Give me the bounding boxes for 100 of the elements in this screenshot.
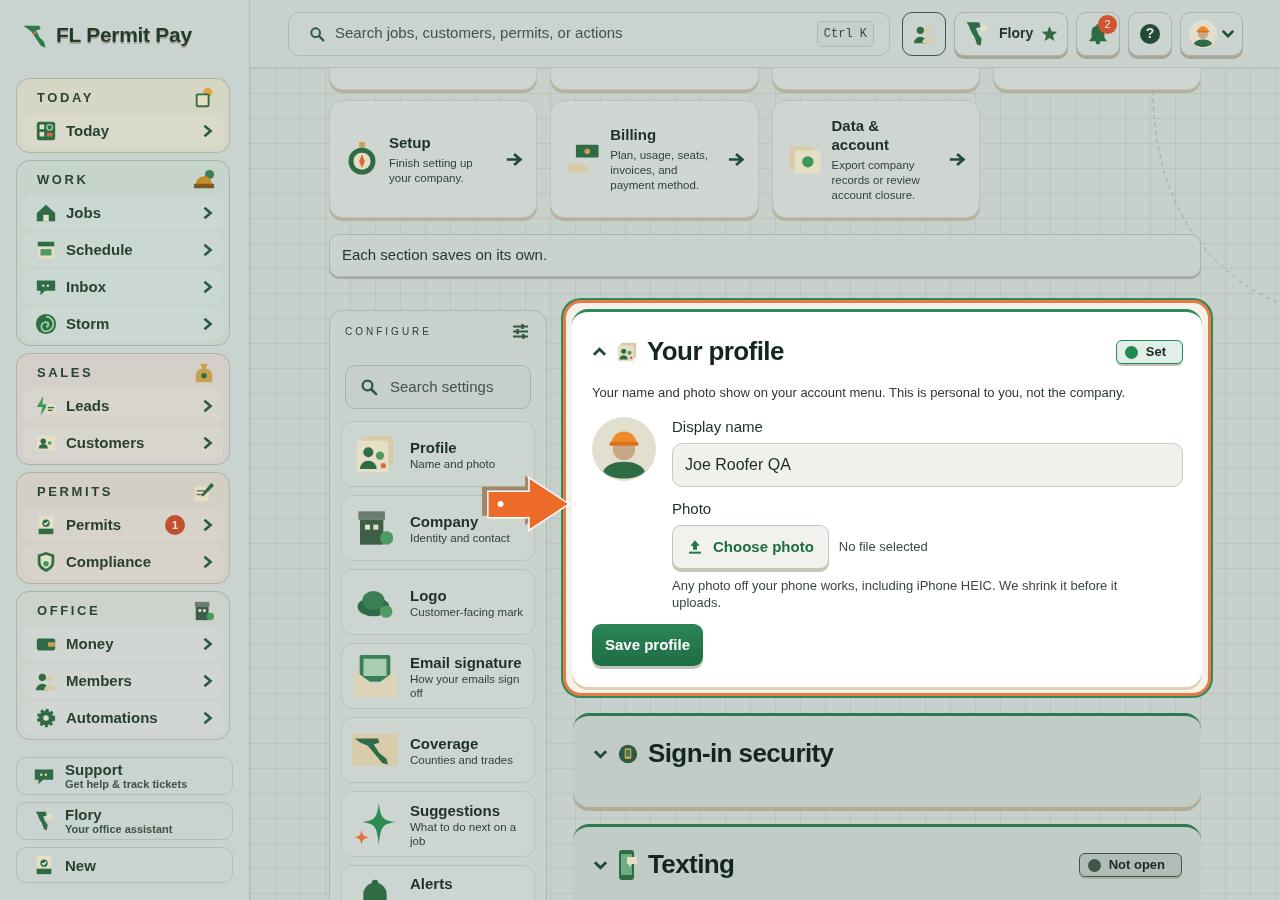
- nav-item[interactable]: Permits 1: [23, 508, 223, 542]
- chevron-right-icon: [202, 436, 213, 450]
- swirl-icon: [35, 313, 57, 335]
- choose-photo-button[interactable]: Choose photo: [672, 525, 829, 569]
- field-label: Display name: [672, 417, 764, 437]
- sidebar-link[interactable]: New: [16, 847, 233, 883]
- settings-nav-item[interactable]: Profile Name and photo: [341, 421, 535, 487]
- hard-hat-icon: [193, 169, 215, 191]
- file-status-text: No file selected: [838, 538, 928, 557]
- settings-nav-item[interactable]: Coverage Counties and trades: [341, 717, 535, 783]
- info-note: Each section saves on its own.: [329, 234, 1201, 277]
- upload-icon: [687, 539, 703, 555]
- group-label: PERMITS: [37, 483, 113, 502]
- nav-item[interactable]: Schedule: [23, 233, 223, 267]
- nav-item[interactable]: Today: [23, 114, 223, 148]
- nav-item[interactable]: Inbox: [23, 270, 223, 304]
- section-description: Your name and photo show on your account menu. This is personal to you, not the company.: [592, 384, 1127, 401]
- arrow-right-icon: [506, 151, 525, 167]
- shortcut-card[interactable]: Data & account Export company records or review account closure.: [771, 100, 980, 218]
- sidebar-link[interactable]: Flory Your office assistant: [16, 802, 233, 840]
- chevron-right-icon: [202, 280, 213, 294]
- nav-item[interactable]: Customers: [23, 426, 223, 460]
- arrow-right-icon: [948, 151, 967, 167]
- assistant-button[interactable]: Flory: [954, 11, 1068, 56]
- chevron-right-icon: [202, 637, 213, 651]
- panel-heading: CONFIGURE: [345, 324, 432, 339]
- status-label: Set: [1145, 343, 1166, 362]
- florida-shape-icon: [33, 810, 55, 832]
- chevron-right-icon: [202, 124, 213, 138]
- hint-text: Any photo off your phone works, including iPhone HEIC. We shrink it before it uploads.: [672, 577, 1119, 611]
- building-icon: [355, 508, 395, 548]
- clipboard-sun-icon: [193, 87, 215, 109]
- nav-item[interactable]: Leads: [23, 389, 223, 423]
- section-title: Your profile: [647, 336, 784, 368]
- building-icon: [193, 600, 215, 622]
- save-button[interactable]: Save profile: [592, 624, 704, 666]
- nav-item[interactable]: Members: [23, 664, 223, 698]
- nav-item[interactable]: Jobs: [23, 196, 223, 230]
- money-bag-icon: [193, 362, 215, 384]
- sliders-icon[interactable]: [512, 323, 529, 339]
- nav-item[interactable]: Money: [23, 627, 223, 661]
- phone-badge-icon: [618, 744, 638, 764]
- arrow-right-icon: [727, 151, 746, 167]
- search-icon: [309, 25, 325, 42]
- chevron-right-icon: [202, 206, 213, 220]
- calendar-icon: [35, 239, 57, 261]
- pen-notepad-icon: [193, 481, 215, 503]
- group-label: WORK: [37, 171, 89, 190]
- chevron-down-icon[interactable]: [593, 749, 608, 759]
- envelope-icon: [352, 653, 398, 699]
- notification-badge: 2: [1098, 14, 1117, 34]
- account-button[interactable]: [1180, 11, 1243, 56]
- gear-icon: [35, 707, 57, 729]
- cash-hand-icon: [566, 142, 601, 176]
- avatar-icon: [1188, 19, 1217, 48]
- profile-card-icon: [617, 342, 637, 362]
- settings-search-field[interactable]: Search settings: [345, 365, 531, 409]
- help-button[interactable]: ?: [1128, 11, 1172, 56]
- team-button[interactable]: [902, 11, 946, 56]
- settings-search-input[interactable]: Search settings: [390, 375, 516, 399]
- lightning-icon: [35, 395, 57, 417]
- chevron-right-icon: [202, 518, 213, 532]
- chevron-right-icon: [202, 399, 213, 413]
- shortcut-card[interactable]: Billing Plan, usage, seats, invoices, and payment method.: [550, 100, 759, 218]
- section-title: Sign-in security: [648, 738, 834, 770]
- group-label: OFFICE: [37, 602, 101, 621]
- group-label: SALES: [37, 364, 94, 383]
- search-field[interactable]: Search jobs, customers, permits, or actions Ctrl K: [288, 11, 890, 56]
- notifications-button[interactable]: 2: [1076, 11, 1120, 56]
- chevron-down-icon[interactable]: [593, 860, 608, 870]
- settings-nav-item[interactable]: Logo Customer-facing mark: [341, 569, 535, 635]
- avatar-icon: [592, 417, 656, 481]
- display-name-field[interactable]: Joe Roofer QA: [672, 443, 1183, 487]
- chevron-right-icon: [202, 243, 213, 257]
- search-input[interactable]: Search jobs, customers, permits, or actions: [335, 22, 807, 45]
- sidebar-link[interactable]: Support Get help & track tickets: [16, 757, 233, 795]
- nav-item[interactable]: Storm: [23, 307, 223, 341]
- phone-chat-icon: [618, 849, 638, 881]
- chevron-right-icon: [202, 317, 213, 331]
- search-icon: [360, 378, 378, 396]
- settings-nav-item[interactable]: Alerts: [341, 865, 535, 900]
- nav-item[interactable]: Automations: [23, 701, 223, 735]
- status-label: Not open: [1108, 856, 1165, 875]
- chevron-up-icon[interactable]: [592, 347, 607, 357]
- shortcut-key: Ctrl K: [816, 20, 874, 47]
- app-logo-text: FL Permit Pay: [56, 22, 192, 49]
- settings-nav-item[interactable]: Suggestions What to do next on a job: [341, 791, 535, 857]
- checklist-board-icon: [35, 120, 57, 142]
- settings-nav-item[interactable]: Company Identity and contact: [341, 495, 535, 561]
- house-icon: [35, 202, 57, 224]
- count-badge: 1: [165, 515, 185, 535]
- shortcut-card[interactable]: Setup Finish setting up your company.: [329, 100, 538, 218]
- chevron-right-icon: [202, 711, 213, 725]
- group-label: TODAY: [37, 89, 95, 108]
- chevron-right-icon: [202, 674, 213, 688]
- settings-nav-item[interactable]: Email signature How your emails sign off: [341, 643, 535, 709]
- florida-tile-icon: [352, 734, 398, 766]
- nav-item[interactable]: Compliance: [23, 545, 223, 579]
- field-label: Photo: [672, 499, 713, 519]
- shield-icon: [35, 551, 57, 573]
